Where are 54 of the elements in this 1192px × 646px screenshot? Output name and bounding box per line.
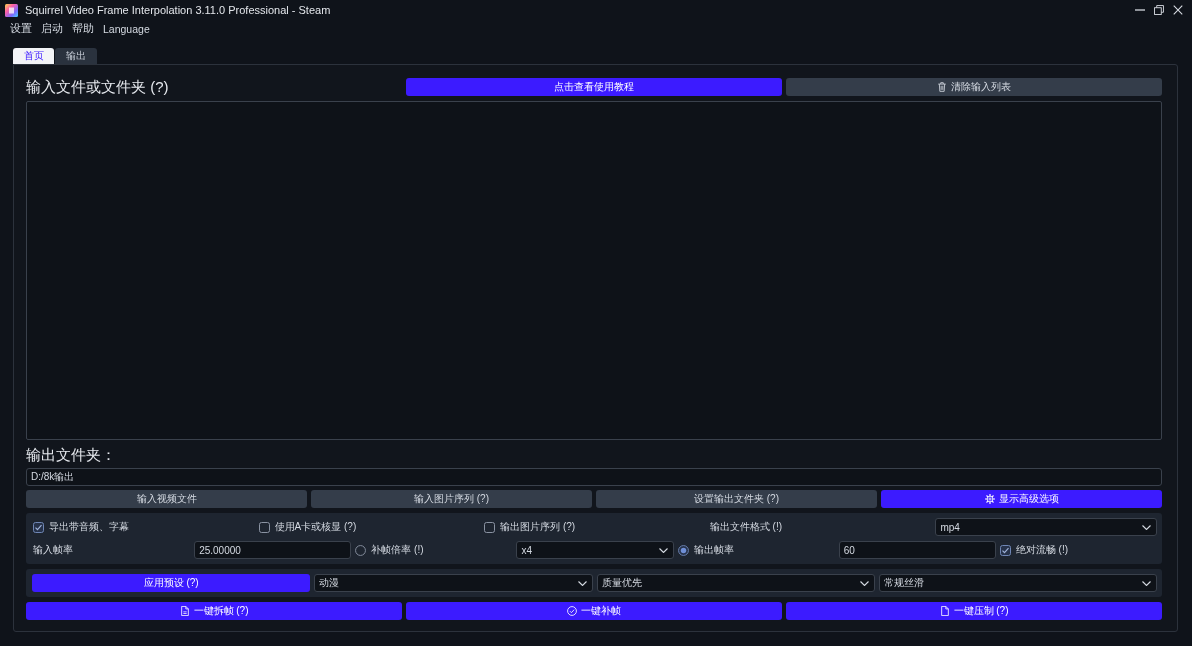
checkbox-label[interactable]: 绝对流畅 (!) [1015, 543, 1069, 557]
clear-list-button[interactable]: 清除输入列表 [786, 78, 1162, 96]
interpolate-button[interactable]: 一键补帧 [406, 602, 782, 620]
apply-preset-button[interactable]: 应用预设 (?) [32, 574, 311, 592]
dropdown[interactable]: 质量优先 [596, 574, 875, 592]
dropdown[interactable]: mp4 [935, 518, 1157, 536]
checkbox[interactable] [999, 544, 1011, 556]
checkbox[interactable] [484, 521, 496, 533]
section-heading: 输入文件或文件夹 (?) [26, 78, 169, 96]
tab[interactable]: 输出 [55, 48, 97, 64]
radio-label[interactable]: 输出帧率 [693, 543, 734, 557]
checkbox-label[interactable]: 使用A卡或核显 (?) [274, 520, 357, 534]
field-label: 输入帧率 [33, 543, 73, 557]
text-input[interactable]: 25.00000 [194, 541, 352, 559]
text-input[interactable]: 60 [838, 541, 996, 559]
field-label: 输出文件格式 (!) [709, 520, 782, 534]
radio-button[interactable] [355, 544, 367, 556]
check-circle-icon [567, 606, 577, 616]
tab[interactable]: 首页 [13, 48, 54, 64]
menu-item[interactable]: 设置 [10, 22, 32, 36]
radio-button[interactable] [677, 544, 689, 556]
set-output-folder-button[interactable]: 设置输出文件夹 (?) [596, 490, 877, 508]
import-video-button[interactable]: 输入视频文件 [26, 490, 307, 508]
radio-label[interactable]: 补帧倍率 (!) [371, 543, 424, 557]
tutorial-button[interactable]: 点击查看使用教程 [406, 78, 782, 96]
chevron-down-icon [1142, 524, 1151, 530]
menu-item[interactable]: 帮助 [72, 22, 94, 36]
extract-frames-button[interactable]: 一键拆帧 (?) [26, 602, 402, 620]
advanced-options-button[interactable]: 显示高级选项 [881, 490, 1162, 508]
dropdown[interactable]: 动漫 [314, 574, 593, 592]
window-title: Squirrel Video Frame Interpolation 3.11.0 Professional - Steam [25, 4, 331, 16]
gear-icon [984, 494, 995, 504]
checkbox-label[interactable]: 导出带音频、字幕 [49, 520, 129, 534]
file-icon [179, 606, 190, 616]
close-icon[interactable] [1173, 5, 1183, 15]
checkbox[interactable] [33, 521, 44, 533]
app-logo-icon [5, 3, 18, 17]
section-heading: 输出文件夹： [26, 445, 116, 465]
chevron-down-icon [577, 580, 587, 586]
file-icon [939, 606, 950, 616]
encode-button[interactable]: 一键压制 (?) [786, 602, 1162, 620]
import-images-button[interactable]: 输入图片序列 (?) [311, 490, 592, 508]
dropdown[interactable]: x4 [516, 541, 674, 559]
menu-item[interactable]: 启动 [41, 22, 63, 36]
dropdown[interactable]: 常规丝滑 [878, 574, 1157, 592]
chevron-down-icon [1142, 580, 1151, 586]
restore-icon[interactable] [1154, 5, 1164, 15]
checkbox[interactable] [258, 521, 270, 533]
checkbox-label[interactable]: 输出图片序列 (?) [500, 520, 576, 534]
chevron-down-icon [859, 580, 869, 586]
trash-icon [937, 82, 947, 92]
chevron-down-icon [658, 547, 668, 553]
menu-item[interactable]: Language [103, 23, 150, 35]
output-folder-field[interactable]: D:/8k输出 [26, 468, 1162, 486]
